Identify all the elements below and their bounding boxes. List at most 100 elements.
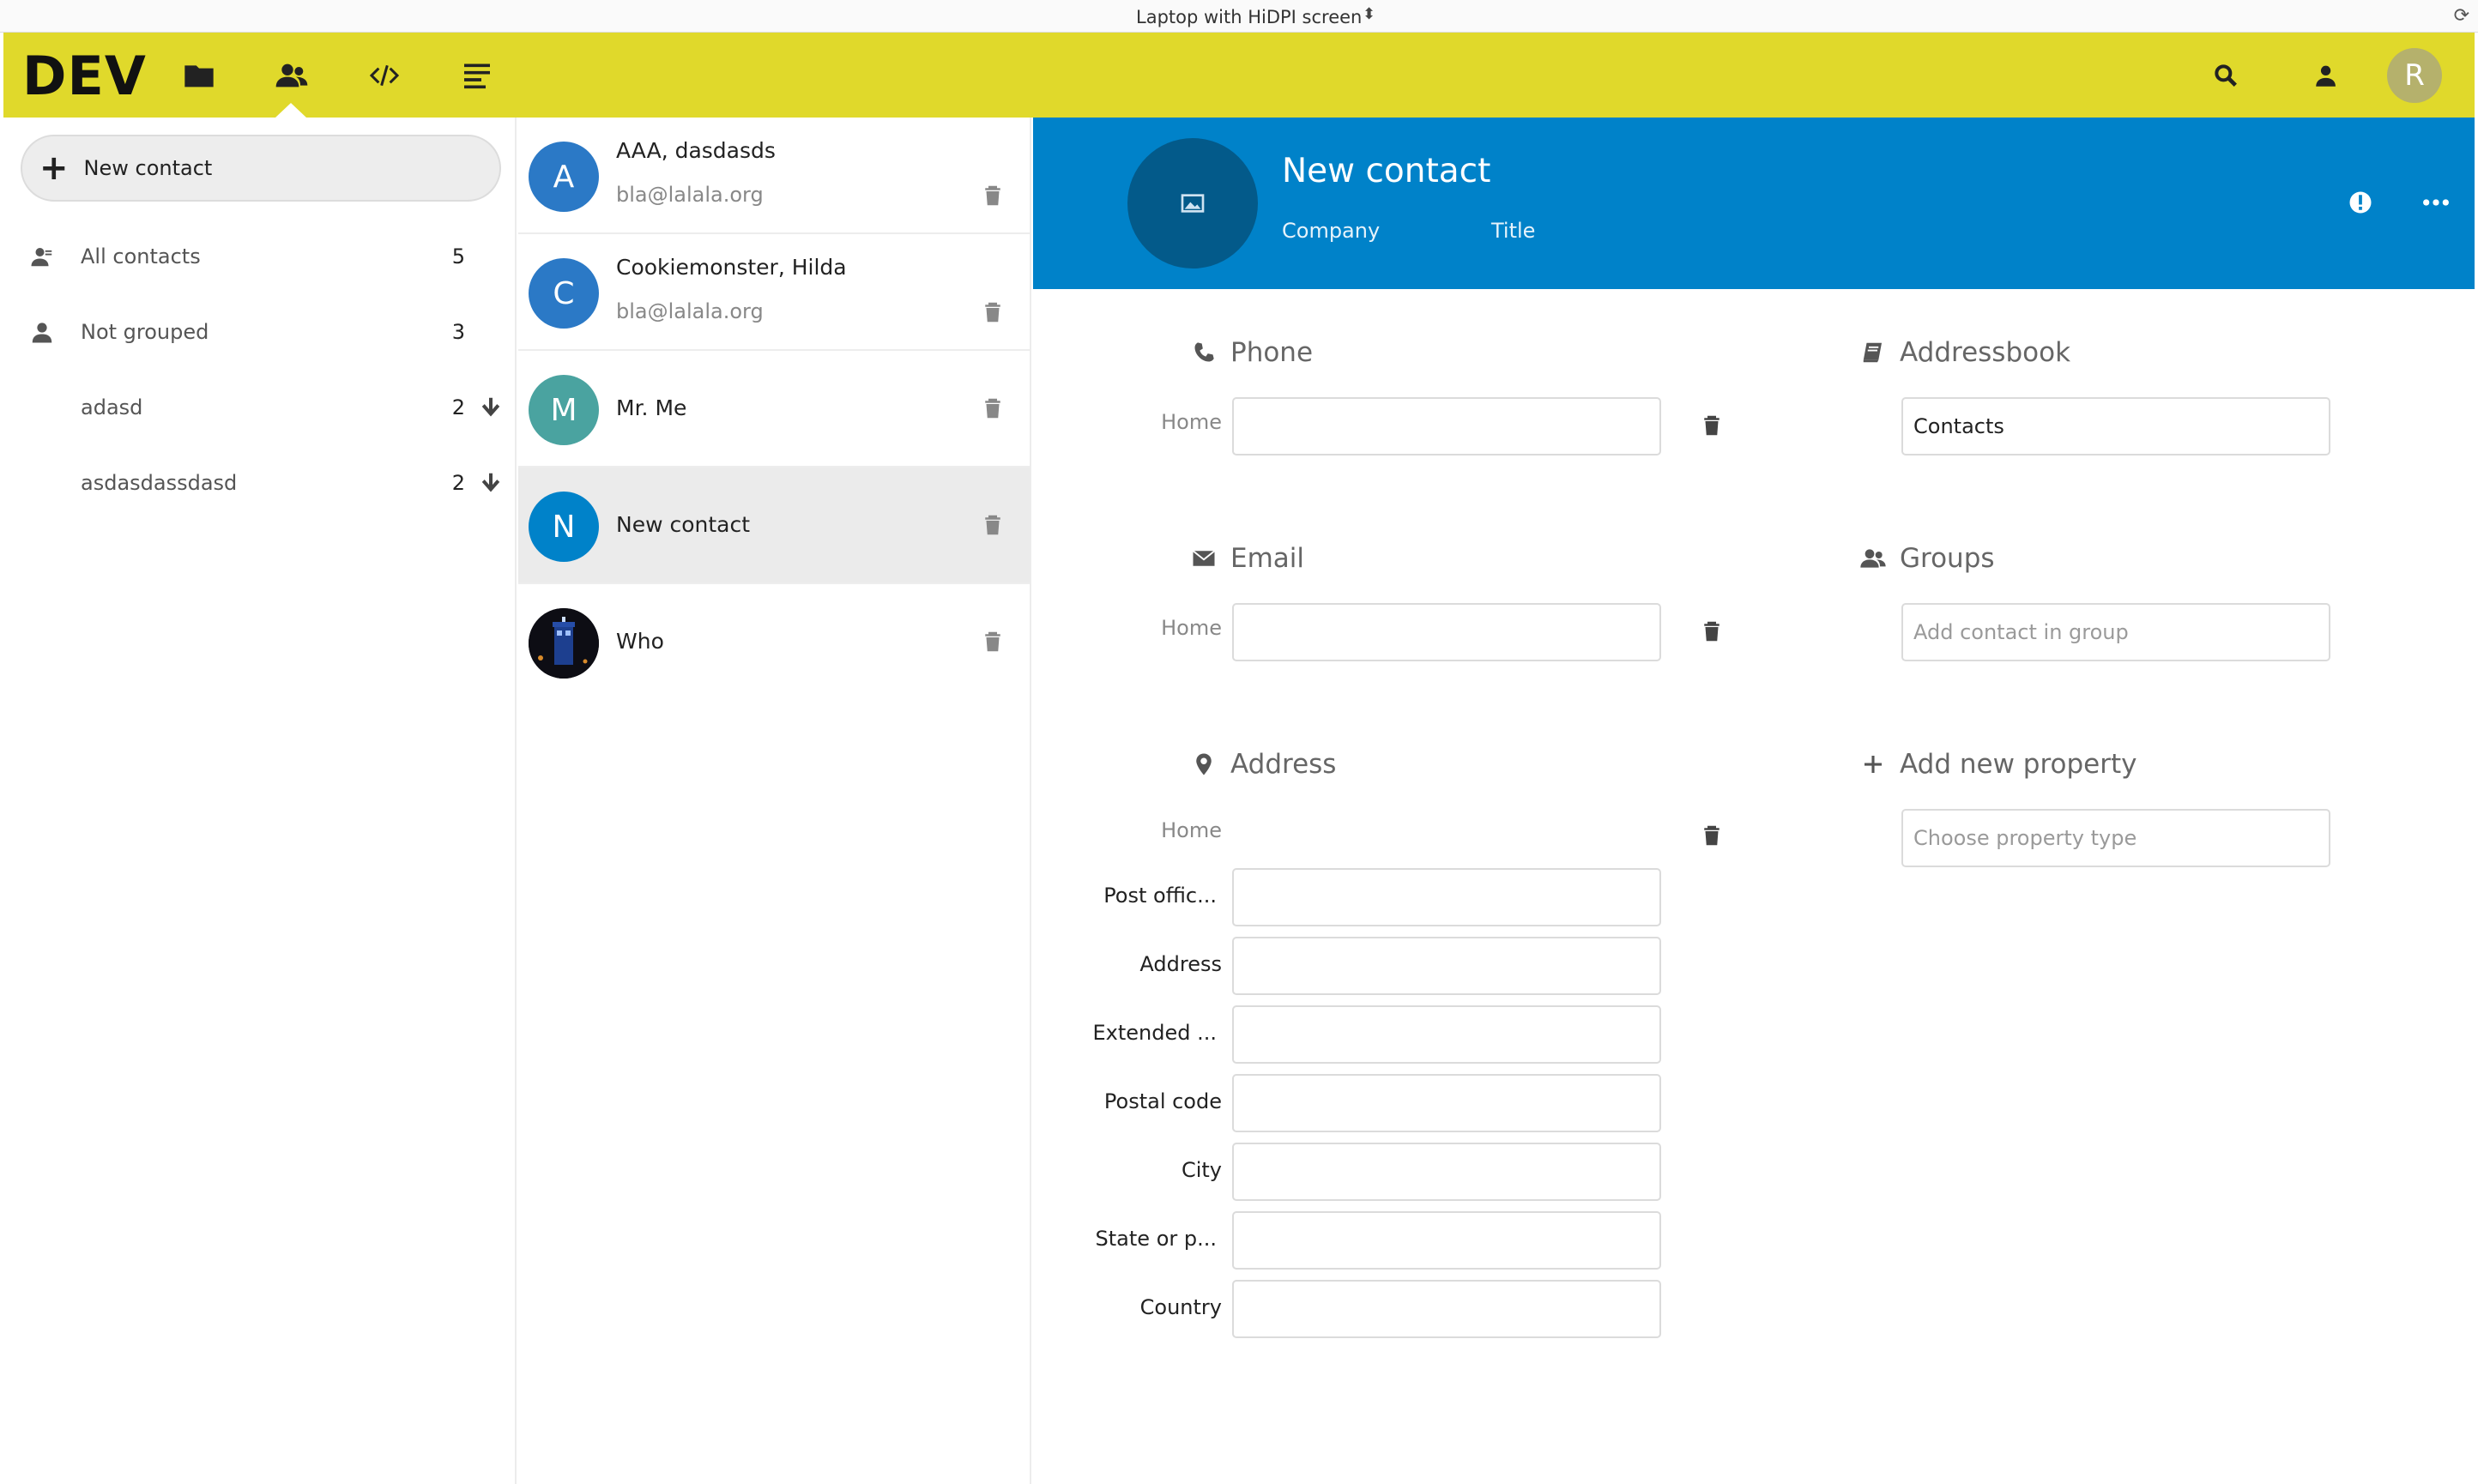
postal-code-input[interactable] (1232, 1074, 1661, 1132)
nav-item-group-adasd[interactable]: adasd 2 (3, 370, 517, 445)
code-app-icon[interactable] (366, 57, 403, 94)
download-icon[interactable] (465, 395, 517, 420)
company-field[interactable]: Company (1282, 219, 1380, 243)
rotate-icon[interactable]: ⟳ (2454, 5, 2469, 27)
new-contact-label: New contact (83, 156, 213, 180)
contacts-icon (275, 63, 308, 87)
extended-address-label: Extended ... (1092, 1021, 1217, 1045)
book-icon (1858, 338, 1888, 367)
post-office-input[interactable] (1232, 868, 1661, 926)
user-avatar[interactable]: R (2387, 48, 2442, 103)
mail-icon (1189, 544, 1218, 573)
city-input[interactable] (1232, 1143, 1661, 1201)
download-icon[interactable] (465, 470, 517, 496)
plus-icon: + (39, 148, 69, 188)
country-input[interactable] (1232, 1280, 1661, 1338)
device-toolbar: Laptop with HiDPI screen ⬍ ⟳ (0, 0, 2478, 33)
groups-input[interactable]: Add contact in group (1901, 603, 2330, 661)
extended-address-input[interactable] (1232, 1005, 1661, 1064)
new-contact-button[interactable]: + New contact (21, 135, 501, 202)
app-header: DEV R (3, 33, 2475, 118)
contact-avatar: C (529, 258, 599, 329)
title-field[interactable]: Title (1491, 219, 1535, 243)
nav-item-label: Not grouped (81, 320, 209, 344)
add-property-section-title: Add new property (1858, 749, 2137, 780)
nav-item-all-contacts[interactable]: All contacts 5 (3, 219, 517, 294)
nav-item-count: 3 (451, 320, 465, 344)
warning-icon[interactable] (2348, 190, 2373, 215)
address-type-label[interactable]: Home (1119, 818, 1222, 842)
contact-name: Mr. Me (616, 395, 687, 420)
contact-item[interactable]: M Mr. Me (518, 351, 1030, 468)
phone-icon (1189, 338, 1218, 367)
contact-email: bla@lalala.org (616, 299, 764, 323)
nav-item-group-asdasdassdasd[interactable]: asdasdassdasd 2 (3, 445, 517, 521)
files-app-icon[interactable] (180, 57, 218, 94)
delete-address-icon[interactable] (1699, 823, 1725, 848)
nav-item-label: adasd (81, 395, 143, 419)
logo[interactable]: DEV (22, 45, 147, 107)
email-type-label[interactable]: Home (1119, 616, 1222, 640)
groups-icon (1858, 544, 1888, 573)
navigation-sidebar: + New contact All contacts 5 Not grouped… (3, 118, 517, 1484)
contacts-menu-button[interactable] (2308, 57, 2346, 94)
nav-item-not-grouped[interactable]: Not grouped 3 (3, 294, 517, 370)
city-label: City (1181, 1158, 1222, 1182)
contact-email: bla@lalala.org (616, 183, 764, 207)
nav-item-count: 2 (451, 471, 465, 495)
phone-section-title: Phone (1189, 337, 1313, 368)
phone-input[interactable] (1232, 397, 1661, 455)
trash-icon[interactable] (980, 299, 1006, 325)
device-label[interactable]: Laptop with HiDPI screen (1136, 7, 1362, 27)
active-app-caret (275, 103, 306, 118)
nav-item-count: 2 (451, 395, 465, 419)
contact-name: AAA, dasdasds (616, 138, 776, 163)
contact-photo-placeholder[interactable] (1127, 138, 1258, 268)
delete-phone-icon[interactable] (1699, 413, 1725, 438)
trash-icon[interactable] (980, 512, 1006, 538)
contacts-menu-icon (2316, 65, 2338, 87)
contacts-app-icon[interactable] (273, 57, 311, 94)
state-label: State or p... (1095, 1227, 1217, 1251)
post-office-label: Post offic... (1103, 884, 1217, 908)
contact-photo (529, 608, 599, 679)
location-pin-icon (1189, 750, 1218, 779)
property-type-select[interactable]: Choose property type (1901, 809, 2330, 867)
address-street-label: Address (1139, 952, 1222, 976)
contact-avatar: A (529, 142, 599, 212)
trash-icon[interactable] (980, 183, 1006, 208)
device-select-arrows-icon[interactable]: ⬍ (1363, 5, 1375, 23)
search-icon (2215, 64, 2237, 87)
search-button[interactable] (2207, 57, 2245, 94)
contact-list: A AAA, dasdasds bla@lalala.org C Cookiem… (518, 118, 1031, 1484)
user-icon (3, 319, 81, 345)
trash-icon[interactable] (980, 395, 1006, 421)
image-icon (1181, 194, 1205, 213)
contact-item[interactable]: C Cookiemonster, Hilda bla@lalala.org (518, 234, 1030, 351)
nav-item-count: 5 (451, 244, 465, 268)
contact-item-selected[interactable]: N New contact (518, 468, 1030, 584)
email-input[interactable] (1232, 603, 1661, 661)
contact-name: Who (616, 629, 664, 654)
addressbook-select[interactable]: Contacts (1901, 397, 2330, 455)
address-section-title: Address (1189, 749, 1336, 780)
address-street-input[interactable] (1232, 937, 1661, 995)
addressbook-section-title: Addressbook (1858, 337, 2070, 368)
nav-item-label: asdasdassdasd (81, 471, 238, 495)
phone-type-label[interactable]: Home (1119, 410, 1222, 434)
contact-item[interactable]: A AAA, dasdasds bla@lalala.org (518, 118, 1030, 234)
contact-item[interactable]: Who (518, 584, 1030, 701)
contact-name-field[interactable]: New contact (1282, 152, 1490, 190)
state-input[interactable] (1232, 1211, 1661, 1270)
groups-section-title: Groups (1858, 543, 1995, 574)
nav-item-label: All contacts (81, 244, 201, 268)
delete-email-icon[interactable] (1699, 618, 1725, 644)
trash-icon[interactable] (980, 629, 1006, 655)
more-options-icon[interactable] (2421, 190, 2451, 215)
contact-avatar: M (529, 375, 599, 445)
activity-app-icon[interactable] (458, 57, 496, 94)
contact-details-header: New contact Company Title (1033, 118, 2475, 289)
contact-details: New contact Company Title Phone Home Ema… (1033, 118, 2475, 1484)
postal-code-label: Postal code (1103, 1089, 1222, 1113)
folder-icon (184, 65, 214, 87)
